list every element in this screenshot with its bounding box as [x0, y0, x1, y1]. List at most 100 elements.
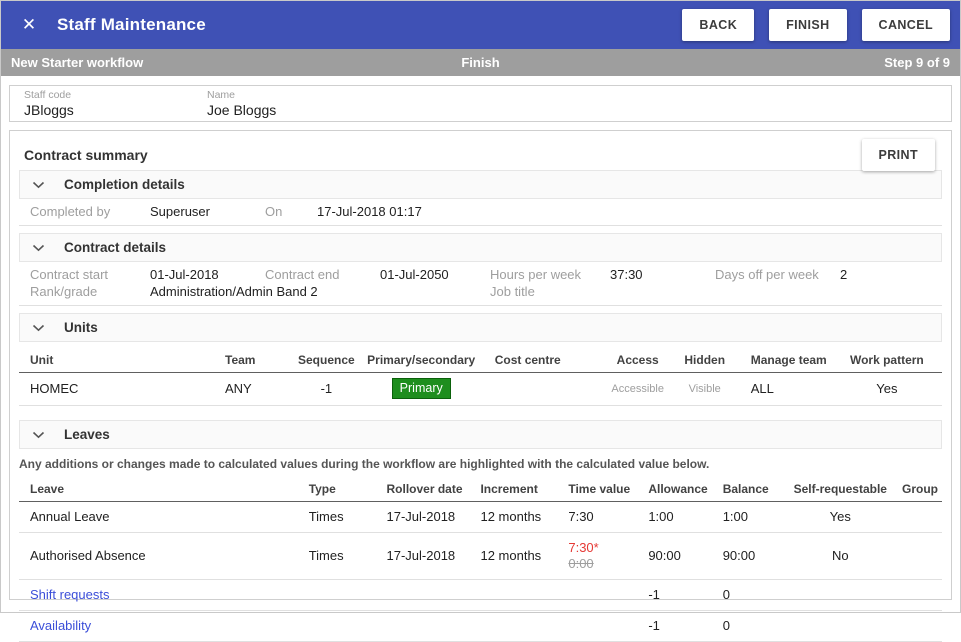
col-self-requestable: Self-requestable	[789, 477, 891, 502]
increment	[469, 611, 558, 642]
table-row[interactable]: Authorised Absence Times 17-Jul-2018 12 …	[19, 533, 942, 580]
cancel-button[interactable]: CANCEL	[861, 9, 950, 41]
rollover-date	[375, 611, 470, 642]
contract-start-value: 01-Jul-2018	[150, 267, 219, 282]
finish-button[interactable]: FINISH	[769, 9, 847, 41]
staff-identity-box: Staff code JBloggs Name Joe Bloggs	[9, 85, 952, 122]
team-value: ANY	[214, 373, 294, 406]
print-button[interactable]: PRINT	[861, 139, 935, 171]
back-button[interactable]: BACK	[682, 9, 755, 41]
col-balance: Balance	[711, 477, 790, 502]
col-group: Group	[891, 477, 942, 502]
rollover-date	[375, 580, 470, 611]
col-time-value: Time value	[557, 477, 638, 502]
self-requestable: No	[789, 533, 891, 580]
col-hidden: Hidden	[669, 348, 740, 373]
staff-name-label: Name	[207, 89, 236, 101]
col-sequence: Sequence	[294, 348, 359, 373]
time-value-changed: 7:30* 0:00	[557, 533, 638, 580]
increment	[469, 580, 558, 611]
time-value-calculated: 0:00	[568, 556, 594, 571]
section-completion-details[interactable]: Completion details	[19, 170, 942, 199]
rollover-date: 17-Jul-2018	[375, 502, 470, 533]
col-rollover-date: Rollover date	[375, 477, 470, 502]
section-title: Completion details	[64, 177, 185, 192]
section-title: Leaves	[64, 427, 110, 442]
col-cost-centre: Cost centre	[483, 348, 606, 373]
panel-title: Contract summary	[24, 147, 148, 163]
shift-requests-link[interactable]: Shift requests	[30, 587, 110, 602]
col-type: Type	[297, 477, 376, 502]
group	[891, 502, 942, 533]
allowance: -1	[637, 611, 712, 642]
completed-by-label: Completed by	[30, 204, 111, 219]
increment: 12 months	[469, 533, 558, 580]
leave-type	[297, 580, 376, 611]
leave-link-cell: Availability	[19, 611, 298, 642]
workflow-name: New Starter workflow	[11, 55, 144, 70]
chevron-down-icon	[32, 244, 45, 252]
hours-per-week-value: 37:30	[610, 267, 643, 282]
balance: 1:00	[711, 502, 790, 533]
allowance: -1	[637, 580, 712, 611]
section-contract-details[interactable]: Contract details	[19, 233, 942, 262]
section-units[interactable]: Units	[19, 313, 942, 342]
time-value	[557, 580, 638, 611]
balance: 0	[711, 611, 790, 642]
completed-on-value: 17-Jul-2018 01:17	[317, 204, 422, 219]
balance: 0	[711, 580, 790, 611]
leaves-note: Any additions or changes made to calcula…	[19, 457, 710, 471]
workflow-bar: New Starter workflow Finish Step 9 of 9	[1, 49, 960, 76]
completion-details-row: Completed by Superuser On 17-Jul-2018 01…	[19, 199, 942, 226]
self-requestable	[789, 611, 891, 642]
access-value: Accessible	[605, 373, 670, 406]
time-value-new: 7:30*	[568, 540, 599, 555]
group	[891, 533, 942, 580]
allowance: 90:00	[637, 533, 712, 580]
app-bar: ✕ Staff Maintenance BACK FINISH CANCEL	[1, 1, 960, 49]
availability-link[interactable]: Availability	[30, 618, 91, 633]
table-row[interactable]: Shift requests -1 0	[19, 580, 942, 611]
rollover-date: 17-Jul-2018	[375, 533, 470, 580]
appbar-actions: BACK FINISH CANCEL	[682, 9, 950, 41]
table-row[interactable]: HOMEC ANY -1 Primary Accessible Visible …	[19, 373, 942, 406]
contract-summary-panel: Contract summary PRINT Completion detail…	[9, 130, 952, 642]
section-title: Contract details	[64, 240, 167, 255]
hidden-value: Visible	[669, 373, 740, 406]
time-value: 7:30	[557, 502, 638, 533]
col-work-pattern: Work pattern	[831, 348, 942, 373]
col-increment: Increment	[469, 477, 558, 502]
rank-grade-label: Rank/grade	[30, 284, 98, 299]
primary-secondary-cell: Primary	[358, 373, 484, 406]
contract-details-rows: Contract start 01-Jul-2018 Contract end …	[19, 262, 942, 306]
table-row[interactable]: Annual Leave Times 17-Jul-2018 12 months…	[19, 502, 942, 533]
group	[891, 611, 942, 642]
col-allowance: Allowance	[637, 477, 712, 502]
table-row[interactable]: Availability -1 0	[19, 611, 942, 642]
allowance: 1:00	[637, 502, 712, 533]
time-value	[557, 611, 638, 642]
self-requestable: Yes	[789, 502, 891, 533]
leave-type: Times	[297, 502, 376, 533]
manage-team-value: ALL	[739, 373, 832, 406]
increment: 12 months	[469, 502, 558, 533]
workflow-progress: Step 9 of 9	[884, 55, 950, 70]
contract-end-value: 01-Jul-2050	[380, 267, 449, 282]
contract-end-label: Contract end	[265, 267, 340, 282]
leaves-table: Leave Type Rollover date Increment Time …	[19, 477, 942, 642]
chevron-down-icon	[32, 324, 45, 332]
leave-name: Annual Leave	[19, 502, 298, 533]
staff-name-field: Name Joe Bloggs	[207, 89, 276, 119]
contract-start-label: Contract start	[30, 267, 109, 282]
close-icon[interactable]: ✕	[15, 11, 43, 39]
balance: 90:00	[711, 533, 790, 580]
section-leaves[interactable]: Leaves	[19, 420, 942, 449]
completed-on-label: On	[265, 204, 283, 219]
leave-type: Times	[297, 533, 376, 580]
group	[891, 580, 942, 611]
days-off-per-week-value: 2	[840, 267, 848, 282]
hours-per-week-label: Hours per week	[490, 267, 582, 282]
col-unit: Unit	[19, 348, 214, 373]
staff-code-label: Staff code	[24, 89, 72, 101]
content-area: Staff code JBloggs Name Joe Bloggs Contr…	[1, 76, 960, 642]
